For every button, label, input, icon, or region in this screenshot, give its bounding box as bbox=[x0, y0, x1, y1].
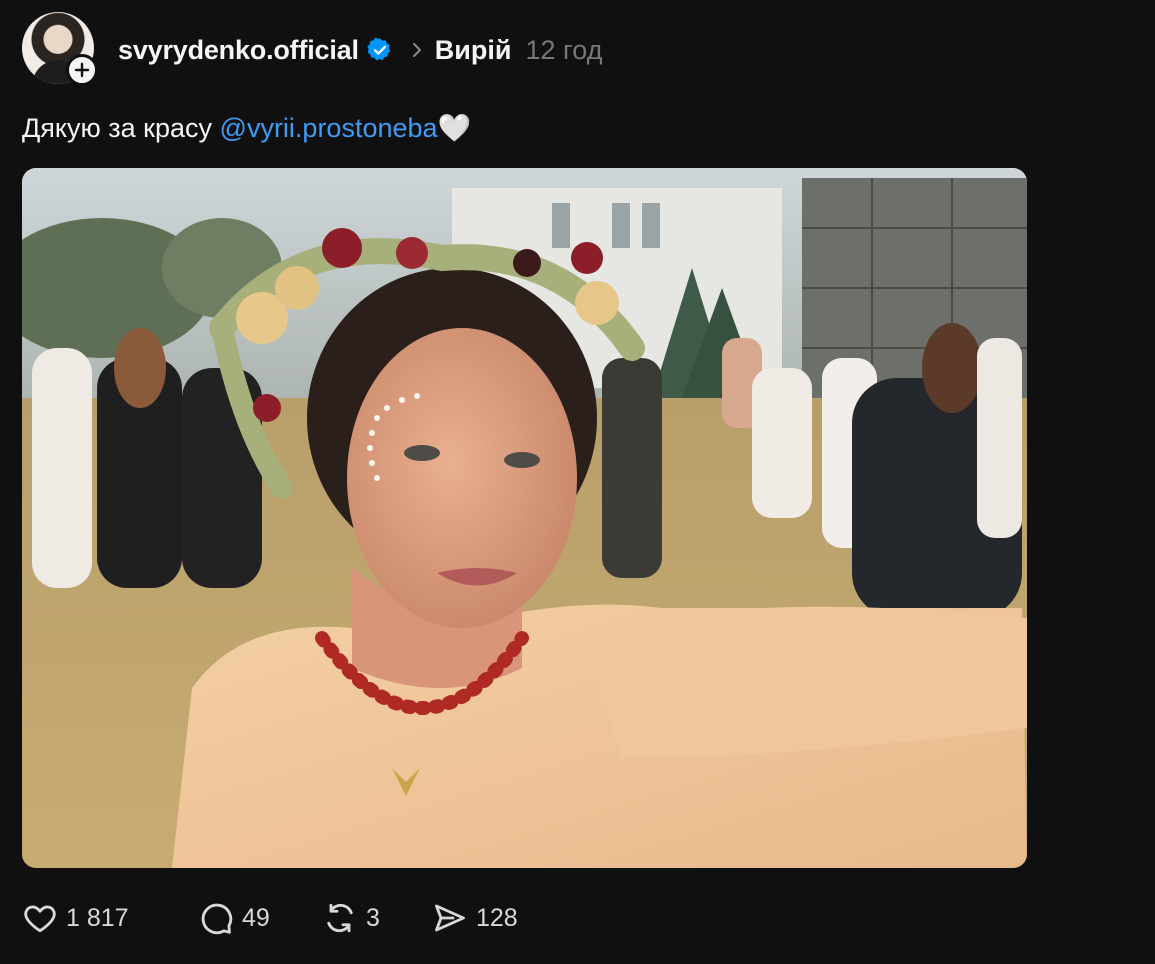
follow-button[interactable] bbox=[66, 54, 98, 86]
caption-text: Дякую за красу bbox=[22, 113, 220, 143]
post-actions: 1 817 49 3 128 bbox=[22, 896, 552, 940]
caption-mention-link[interactable]: @vyrii.prostoneba bbox=[220, 113, 438, 143]
post-header: svyrydenko.official Вирій 12 год bbox=[118, 28, 602, 72]
like-button[interactable]: 1 817 bbox=[22, 900, 198, 936]
repost-button[interactable]: 3 bbox=[322, 900, 432, 936]
post-image[interactable] bbox=[22, 168, 1027, 868]
comment-button[interactable]: 49 bbox=[198, 900, 322, 936]
chevron-right-icon bbox=[411, 40, 423, 60]
comment-count: 49 bbox=[242, 903, 270, 932]
caption-emoji: 🤍 bbox=[437, 113, 472, 143]
like-count: 1 817 bbox=[66, 903, 129, 932]
plus-icon bbox=[74, 62, 90, 78]
repost-icon bbox=[322, 900, 358, 936]
repost-count: 3 bbox=[366, 903, 380, 932]
verified-badge-icon bbox=[367, 37, 393, 63]
author-username[interactable]: svyrydenko.official bbox=[118, 35, 359, 66]
share-count: 128 bbox=[476, 903, 518, 932]
author-avatar-container[interactable] bbox=[22, 12, 98, 86]
share-button[interactable]: 128 bbox=[432, 900, 552, 936]
community-link[interactable]: Вирій bbox=[435, 35, 512, 66]
thread-post: svyrydenko.official Вирій 12 год Дякую з… bbox=[0, 0, 1155, 964]
send-icon bbox=[432, 900, 468, 936]
comment-bubble-icon bbox=[198, 900, 234, 936]
selfie-photo-illustration bbox=[22, 168, 1027, 868]
heart-icon bbox=[22, 900, 58, 936]
post-caption: Дякую за красу @vyrii.prostoneba🤍 bbox=[22, 112, 471, 144]
post-timestamp[interactable]: 12 год bbox=[526, 35, 603, 66]
